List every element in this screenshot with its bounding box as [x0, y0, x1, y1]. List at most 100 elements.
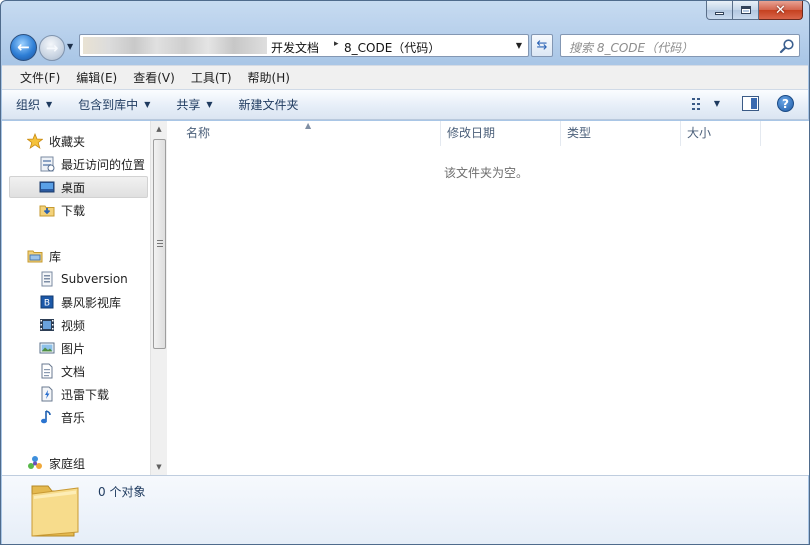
menu-file[interactable]: 文件(F)	[12, 69, 68, 86]
navigation-row: ← → ▼ 开发文档 ▸ 8_CODE（代码） ▼ ⇆ 搜索 8_CODE（代码…	[1, 32, 809, 62]
navigation-pane-scrollbar[interactable]: ▲ ▼	[150, 121, 167, 475]
search-icon[interactable]	[779, 38, 795, 54]
refresh-button[interactable]: ⇆	[531, 34, 553, 57]
search-placeholder: 搜索 8_CODE（代码）	[569, 41, 694, 55]
subversion-library-icon	[41, 271, 53, 287]
menu-edit[interactable]: 编辑(E)	[68, 69, 125, 86]
new-folder-label: 新建文件夹	[238, 98, 299, 112]
library-icon	[27, 250, 43, 263]
column-header-name[interactable]: 名称	[180, 121, 441, 146]
nav-recent-places[interactable]: 最近访问的位置	[2, 153, 145, 175]
menu-help[interactable]: 帮助(H)	[240, 69, 298, 86]
nav-music-label: 音乐	[61, 410, 86, 425]
column-header-date-modified[interactable]: 修改日期	[441, 121, 561, 146]
nav-downloads[interactable]: 下载	[2, 199, 85, 221]
redacted-path-block	[83, 37, 267, 54]
view-options-icon[interactable]	[691, 97, 708, 111]
help-icon[interactable]: ?	[777, 95, 794, 112]
file-list[interactable]: ▲ 名称 修改日期 类型 大小 该文件夹为空。	[167, 121, 809, 475]
nav-homegroup-label: 家庭组	[49, 456, 86, 471]
nav-music[interactable]: 音乐	[2, 406, 85, 428]
documents-icon	[41, 363, 53, 379]
include-in-library-button[interactable]: 包含到库中 ▼	[78, 96, 150, 113]
breadcrumb-kaifawendang[interactable]: 开发文档	[271, 39, 319, 56]
address-dropdown-icon[interactable]: ▼	[516, 41, 522, 50]
nav-homegroup[interactable]: 家庭组	[2, 452, 85, 474]
svg-text:B: B	[44, 299, 50, 309]
nav-libraries-label: 库	[49, 249, 62, 264]
command-bar: 组织 ▼ 包含到库中 ▼ 共享 ▼ 新建文件夹 ▼ ?	[2, 89, 808, 120]
scrollbar-grip-icon	[157, 240, 163, 247]
chevron-down-icon: ▼	[46, 100, 53, 109]
organize-button[interactable]: 组织 ▼	[16, 96, 52, 113]
nav-pictures-label: 图片	[61, 341, 86, 356]
chevron-down-icon: ▼	[206, 100, 213, 109]
object-count: 0 个对象	[98, 485, 146, 499]
recent-places-icon	[40, 156, 55, 172]
breadcrumb-8-code[interactable]: 8_CODE（代码）	[344, 39, 440, 56]
nav-pictures[interactable]: 图片	[2, 337, 85, 359]
nav-thunder-downloads[interactable]: 迅雷下载	[2, 383, 109, 405]
preview-pane-icon[interactable]	[742, 96, 759, 111]
nav-recent-places-label: 最近访问的位置	[61, 157, 146, 172]
video-library-icon: B	[40, 295, 54, 309]
nav-baofeng-video-library-label: 暴风影视库	[61, 295, 122, 310]
nav-desktop[interactable]: 桌面	[9, 176, 148, 198]
column-headers: ▲ 名称 修改日期 类型 大小	[167, 121, 809, 146]
menu-tools[interactable]: 工具(T)	[183, 69, 240, 86]
chevron-down-icon: ▼	[144, 100, 151, 109]
breadcrumb-separator-icon[interactable]: ▸	[334, 39, 339, 49]
maximize-button[interactable]	[733, 1, 759, 20]
downloads-folder-icon	[39, 205, 55, 217]
nav-desktop-label: 桌面	[61, 180, 86, 195]
nav-downloads-label: 下载	[61, 203, 86, 218]
forward-button[interactable]: →	[39, 35, 65, 61]
nav-documents-label: 文档	[61, 364, 86, 379]
scrollbar-thumb[interactable]	[153, 139, 166, 349]
folder-icon	[31, 485, 79, 537]
details-pane: 0 个对象	[2, 475, 808, 544]
search-box[interactable]: 搜索 8_CODE（代码）	[560, 34, 800, 57]
back-button[interactable]: ←	[10, 34, 37, 61]
nav-baofeng-video-library[interactable]: B 暴风影视库	[2, 291, 121, 313]
menu-bar: 文件(F) 编辑(E) 查看(V) 工具(T) 帮助(H)	[2, 65, 808, 89]
column-header-type[interactable]: 类型	[561, 121, 681, 146]
nav-documents[interactable]: 文档	[2, 360, 85, 382]
navigation-pane: 收藏夹 最近访问的位置 桌面 下载 库 Subversion B 暴风影视库 视…	[2, 121, 150, 475]
minimize-icon	[715, 11, 724, 15]
close-button[interactable]: ✕	[759, 1, 803, 20]
homegroup-icon	[28, 456, 42, 469]
nav-libraries[interactable]: 库	[2, 245, 61, 267]
nav-videos-label: 视频	[61, 318, 86, 333]
arrow-left-icon: ←	[17, 38, 30, 56]
nav-videos[interactable]: 视频	[2, 314, 85, 336]
arrow-right-icon: →	[45, 38, 59, 57]
include-in-library-label: 包含到库中	[78, 98, 139, 112]
menu-view[interactable]: 查看(V)	[125, 69, 183, 86]
thunder-download-icon	[41, 386, 53, 402]
empty-folder-message: 该文件夹为空。	[444, 166, 529, 180]
scroll-up-icon[interactable]: ▲	[151, 121, 167, 137]
share-button[interactable]: 共享 ▼	[176, 96, 212, 113]
scroll-down-icon[interactable]: ▼	[151, 459, 167, 475]
explorer-window: ✕ ← → ▼ 开发文档 ▸ 8_CODE（代码） ▼ ⇆ 搜索 8_CODE（…	[0, 0, 810, 545]
desktop-icon	[39, 181, 55, 193]
view-dropdown-icon[interactable]: ▼	[714, 99, 720, 108]
minimize-button[interactable]	[706, 1, 733, 20]
pictures-icon	[39, 342, 55, 354]
address-bar[interactable]: 开发文档 ▸ 8_CODE（代码） ▼	[79, 34, 529, 57]
nav-subversion-label: Subversion	[61, 272, 128, 286]
nav-favorites[interactable]: 收藏夹	[2, 130, 85, 152]
organize-label: 组织	[16, 98, 41, 112]
command-bar-right: ▼ ?	[691, 95, 794, 112]
maximize-icon	[740, 6, 751, 14]
close-icon: ✕	[775, 2, 786, 18]
star-icon	[27, 133, 43, 149]
column-header-size[interactable]: 大小	[681, 121, 761, 146]
new-folder-button[interactable]: 新建文件夹	[239, 96, 299, 113]
nav-favorites-label: 收藏夹	[49, 134, 86, 149]
refresh-icon: ⇆	[536, 38, 548, 53]
music-note-icon	[41, 410, 51, 424]
nav-subversion[interactable]: Subversion	[2, 268, 128, 290]
recent-pages-dropdown[interactable]: ▼	[67, 42, 73, 51]
